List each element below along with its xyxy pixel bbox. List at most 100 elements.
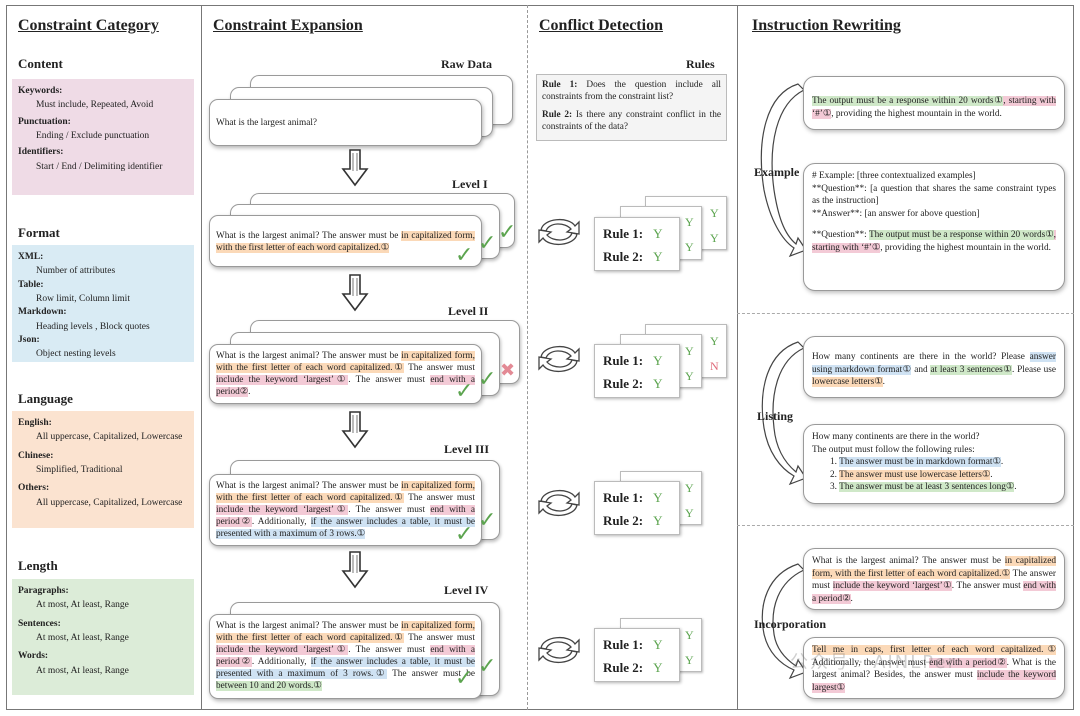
constraint-word-limit: The output must be a response within 20 … — [812, 96, 1004, 106]
example-input-card: The output must be a response within 20 … — [803, 76, 1065, 130]
rule-yes: Y — [685, 481, 694, 495]
rule-key: Rule 2: — [603, 513, 644, 529]
level-label: Level IV — [444, 583, 489, 597]
constraint-mark: ① — [942, 581, 952, 592]
down-arrow-icon — [341, 274, 369, 312]
category-value: At most, At least, Range — [36, 600, 129, 611]
constraint-mark: ① — [313, 681, 322, 692]
category-value: Must include, Repeated, Avoid — [36, 100, 154, 111]
category-key: Keywords: — [18, 86, 63, 96]
prompt-text: . Additionally, — [251, 517, 311, 528]
constraint-sentences: at least 3 sentences① — [930, 364, 1012, 375]
listing-rule: 2. The answer must use lowercase letters… — [830, 469, 993, 480]
level-2-card: What is the largest animal? The answer m… — [209, 344, 482, 404]
constraint-mark: ② — [842, 593, 851, 604]
constraint-text: The output must be a response within 20 … — [812, 96, 994, 106]
rule-key: Rule 2: — [603, 249, 644, 265]
rule-yes: Y — [653, 660, 663, 676]
rule-result-card: Rule 1: Y Rule 2: Y — [594, 344, 680, 398]
prompt-text: **Question**: — [812, 230, 869, 241]
level-4-card: What is the largest animal? The answer m… — [209, 614, 482, 699]
prompt-text: and — [911, 364, 931, 375]
prompt-text: The answer must — [404, 633, 475, 644]
constraint-keyword: include the keyword ‘largest’① — [216, 375, 349, 386]
column-title-category: Constraint Category — [18, 17, 159, 34]
rule-key: Rule 2: — [603, 660, 644, 676]
constraint-keyword: include the keyword ‘largest’① — [216, 505, 349, 516]
category-value: All uppercase, Capitalized, Lowercase — [36, 497, 183, 508]
category-box-language: English: All uppercase, Capitalized, Low… — [12, 411, 194, 528]
level-3-card: What is the largest animal? The answer m… — [209, 474, 482, 546]
prompt-text: . The answer must — [951, 581, 1024, 592]
category-value: Simplified, Traditional — [36, 465, 123, 476]
rule-yes: Y — [685, 628, 694, 642]
example-line: **Answer**: [an answer for above questio… — [812, 208, 980, 219]
constraint-mark: ② — [996, 657, 1007, 668]
cycle-arrows-icon — [538, 490, 580, 516]
constraint-keyword: include the keyword ‘largest’① — [832, 581, 952, 592]
rule-yes: Y — [653, 249, 663, 265]
rule-key: Rule 2: — [542, 110, 573, 121]
constraint-mark: ① — [380, 243, 390, 254]
prompt-text: , providing the highest mountain in the … — [880, 242, 1051, 253]
listing-rule: 3. The answer must be at least 3 sentenc… — [830, 482, 1017, 493]
category-key: XML: — [18, 252, 44, 262]
prompt-text: What is the largest animal? The answer m… — [216, 231, 402, 241]
rule-yes: Y — [653, 376, 663, 392]
prompt-text: . Additionally, — [251, 657, 311, 668]
constraint-text: at least 3 sentences — [930, 364, 1003, 375]
constraint-mark: ① — [392, 493, 405, 504]
prompt-text: . The answer must — [348, 645, 431, 656]
listing-output-card: How many continents are there in the wor… — [803, 424, 1065, 504]
constraint-mark: ② — [239, 657, 252, 668]
listing-intro: The output must follow the following rul… — [812, 444, 975, 455]
constraint-mark: ① — [981, 469, 991, 480]
constraint-text: include the keyword ‘largest’ — [216, 505, 334, 516]
constraint-text: between 10 and 20 words. — [216, 681, 314, 692]
constraint-word-count: between 10 and 20 words.① — [216, 681, 322, 692]
prompt-text: The answer must — [404, 363, 475, 374]
prompt-text: . — [850, 593, 853, 604]
category-value: At most, At least, Range — [36, 665, 129, 676]
watermark: 公众号 · AINLPer — [790, 652, 957, 673]
prompt-text: What is the largest animal? The answer m… — [216, 621, 402, 631]
rule-yes: Y — [653, 637, 663, 652]
level-label: Level I — [452, 177, 488, 191]
category-value: Row limit, Column limit — [36, 294, 130, 305]
prompt-text: , providing the highest mountain in the … — [831, 108, 1002, 119]
category-key: Identifiers: — [18, 147, 64, 158]
constraint-mark: ① — [1002, 364, 1012, 375]
down-arrow-icon — [341, 411, 369, 449]
constraint-lowercase: The answer must use lowercase letters① — [839, 469, 991, 480]
rule-key: Rule 1: — [603, 637, 644, 652]
constraint-mark: ① — [822, 108, 832, 119]
rule-result-card: Rule 1: Y Rule 2: Y — [594, 628, 680, 682]
check-icon: ✓ — [478, 367, 497, 392]
prompt-text: The answer must — [404, 493, 475, 504]
example-line: **Question**: [a question that shares th… — [812, 183, 1056, 207]
category-box-format: XML: Number of attributes Table: Row lim… — [12, 245, 194, 362]
rule-result-card: Rule 1: Y Rule 2: Y — [594, 481, 680, 535]
cross-icon: ✖ — [500, 360, 516, 381]
constraint-sentences: The answer must be at least 3 sentences … — [839, 482, 1015, 493]
constraint-text: include the keyword ‘largest’ — [832, 581, 943, 592]
check-icon: ✓ — [455, 379, 474, 404]
down-arrow-icon — [341, 149, 369, 187]
prompt-text: What is the largest animal? The answer m… — [216, 481, 402, 491]
constraint-mark: ① — [836, 682, 845, 693]
column-title-expansion: Constraint Expansion — [213, 17, 363, 34]
constraint-mark: ① — [333, 505, 349, 516]
rule-key: Rule 1: — [603, 226, 644, 241]
category-key: Chinese: — [18, 450, 54, 461]
category-heading-length: Length — [18, 558, 58, 573]
method-label-example: Example — [754, 165, 800, 179]
constraint-word-limit: The output must be a response within 20 … — [868, 230, 1054, 241]
check-icon: ✓ — [478, 508, 497, 533]
incorporation-input-card: What is the largest animal? The answer m… — [803, 548, 1065, 610]
constraint-mark: ① — [1045, 230, 1054, 241]
check-icon: ✓ — [478, 231, 497, 256]
constraint-mark: ① — [373, 669, 388, 680]
check-icon: ✓ — [455, 243, 474, 268]
category-key: English: — [18, 418, 52, 428]
rule-yes: Y — [685, 369, 694, 383]
